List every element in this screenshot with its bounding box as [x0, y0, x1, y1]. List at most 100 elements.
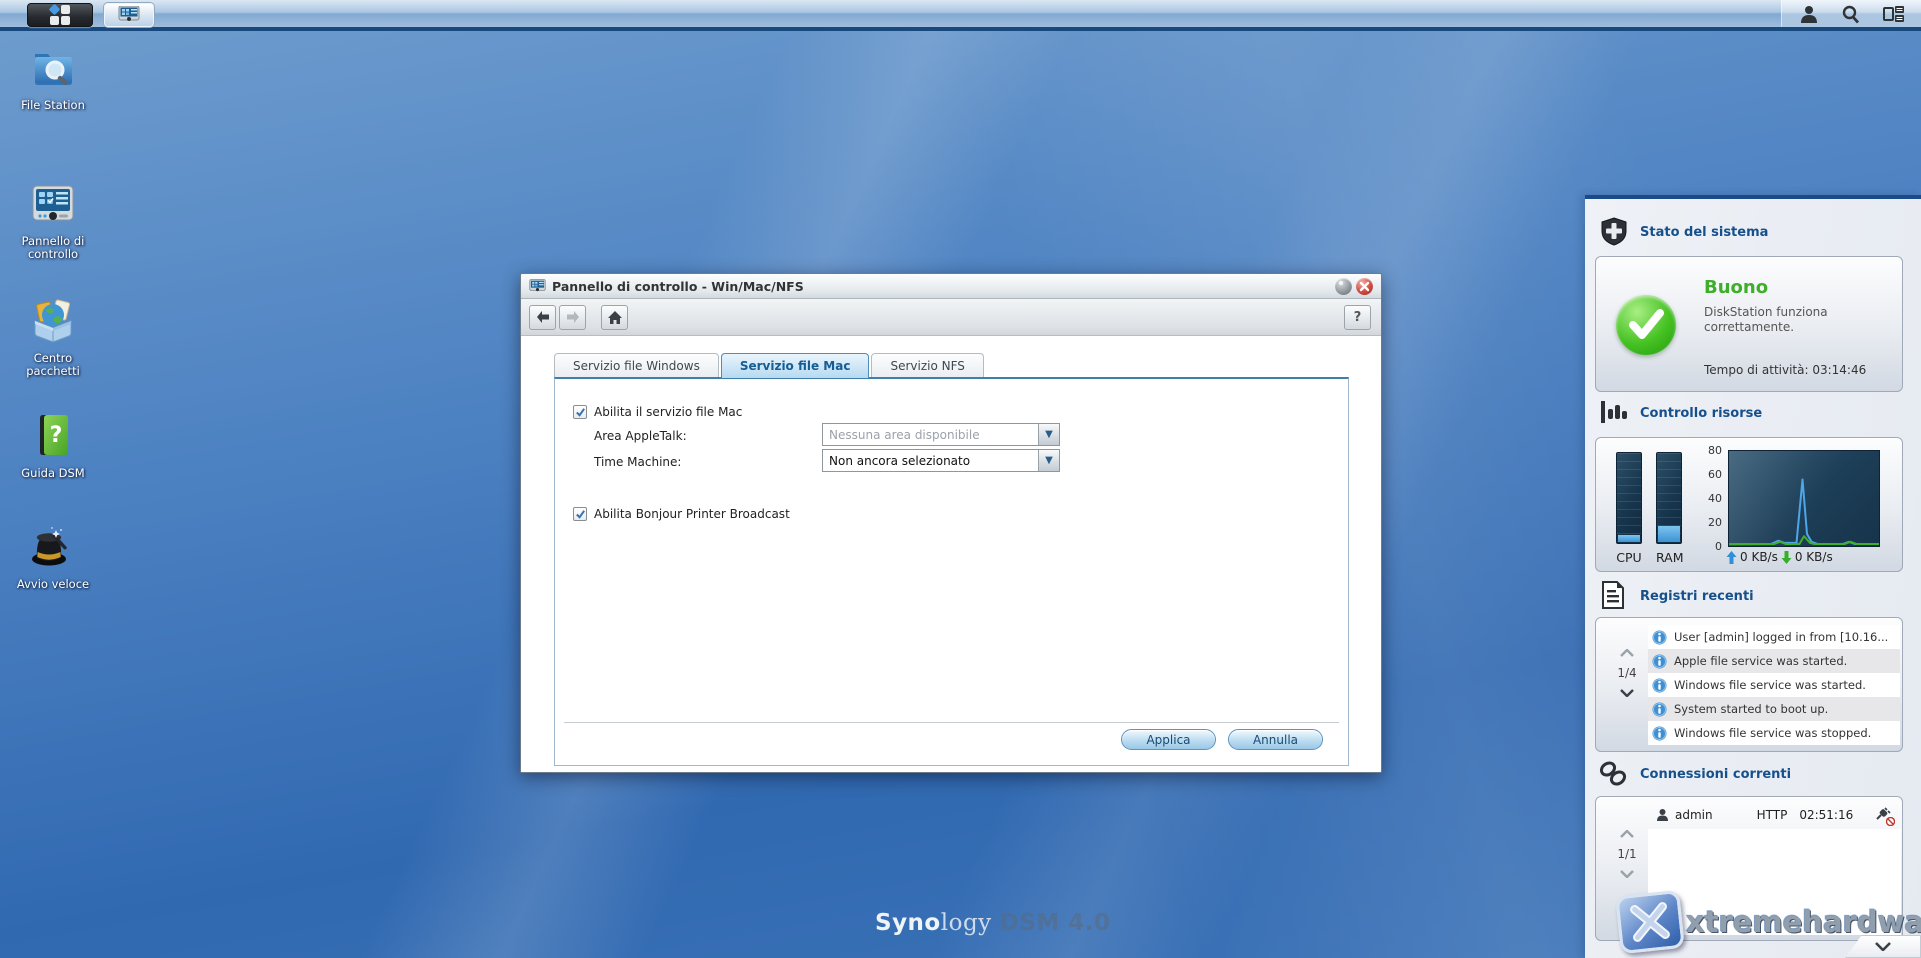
info-icon [1652, 726, 1667, 741]
y-tick: 60 [1696, 468, 1722, 481]
cancel-button[interactable]: Annulla [1228, 729, 1323, 750]
recent-logs-box: 1/4 User [admin] logged in from [10.16..… [1595, 617, 1903, 752]
forward-arrow-icon [565, 310, 581, 324]
recent-logs-header: Registri recenti [1640, 589, 1754, 604]
close-button[interactable] [1356, 278, 1373, 295]
back-button[interactable] [529, 305, 556, 330]
user-icon [1656, 808, 1669, 822]
home-button[interactable] [601, 305, 628, 330]
pager-up-icon[interactable] [1620, 830, 1634, 838]
brand-text: Syno [875, 910, 941, 936]
desktop-icon-dsm-help[interactable]: ? Guida DSM [0, 412, 106, 480]
quick-start-icon [28, 521, 78, 574]
timemachine-select[interactable]: Non ancora selezionato ▼ [822, 449, 1060, 472]
forward-button[interactable] [559, 305, 586, 330]
help-button[interactable]: ? [1344, 305, 1371, 330]
pilot-view-icon[interactable] [1881, 3, 1907, 25]
connection-protocol: HTTP [1757, 808, 1788, 822]
network-traffic-chart [1728, 450, 1880, 547]
window-content: Servizio file Windows Servizio file Mac … [521, 336, 1381, 772]
y-tick: 80 [1696, 444, 1722, 457]
file-station-icon [29, 46, 77, 95]
uptime-text: Tempo di attività: 03:14:46 [1704, 363, 1866, 377]
taskbar-right-panel [1781, 0, 1921, 27]
desktop-icon-label: File Station [0, 99, 106, 112]
log-text: Windows file service was started. [1674, 678, 1866, 692]
desktop-icon-label: Pannello di controllo [0, 235, 106, 261]
tab-servizio-nfs[interactable]: Servizio NFS [871, 353, 983, 378]
main-menu-button[interactable] [27, 3, 93, 27]
search-icon[interactable] [1838, 3, 1864, 25]
appletalk-select[interactable]: Nessuna area disponibile ▼ [822, 423, 1060, 446]
disconnect-icon[interactable] [1875, 807, 1891, 824]
upload-speed: 0 KB/s [1740, 550, 1778, 564]
ram-meter [1656, 452, 1682, 544]
user-menu-icon[interactable] [1796, 3, 1822, 25]
status-value: Buono [1704, 277, 1768, 298]
tab-servizio-file-windows[interactable]: Servizio file Windows [554, 353, 719, 378]
back-arrow-icon [535, 310, 551, 324]
log-text: Apple file service was started. [1674, 654, 1847, 668]
pager-up-icon[interactable] [1620, 649, 1634, 657]
log-row: Apple file service was started. [1648, 649, 1900, 673]
checkbox-checked-icon[interactable] [573, 507, 587, 521]
desktop-icon-label: Avvio veloce [0, 578, 106, 591]
control-panel-window: Pannello di controllo - Win/Mac/NFS ? [520, 273, 1382, 773]
svg-text:?: ? [50, 423, 63, 448]
main-menu-grid-icon [50, 5, 70, 25]
apply-button[interactable]: Applica [1121, 729, 1216, 750]
window-titlebar-icon [529, 279, 546, 294]
timemachine-select-value: Non ancora selezionato [823, 454, 1038, 468]
desktop-icon-file-station[interactable]: File Station [0, 46, 106, 112]
desktop-icon-package-center[interactable]: Centro pacchetti [0, 297, 106, 378]
taskbar-control-panel-button[interactable] [104, 3, 154, 27]
chevron-down-icon[interactable]: ▼ [1038, 424, 1059, 445]
desktop-icon-quick-start[interactable]: Avvio veloce [0, 521, 106, 591]
mac-file-service-panel: Abilita il servizio file Mac Area AppleT… [554, 377, 1349, 766]
status-ok-icon [1616, 295, 1676, 355]
logs-page-indicator: 1/4 [1610, 666, 1644, 680]
separator [564, 722, 1339, 723]
checkbox-checked-icon[interactable] [573, 405, 587, 419]
shield-icon [1600, 217, 1628, 250]
resource-monitor-box: CPU RAM 80 60 40 20 0 0 KB/s 0 KB/s [1595, 437, 1903, 572]
timemachine-label: Time Machine: [594, 455, 681, 469]
window-titlebar[interactable]: Pannello di controllo - Win/Mac/NFS [521, 274, 1381, 299]
bonjour-checkbox-row[interactable]: Abilita Bonjour Printer Broadcast [573, 507, 790, 521]
ram-label: RAM [1656, 550, 1682, 565]
desktop-icon-label: Guida DSM [0, 467, 106, 480]
dsm-help-icon: ? [30, 412, 76, 463]
upload-arrow-icon [1726, 551, 1737, 564]
cpu-label: CPU [1616, 550, 1642, 565]
connections-pager: 1/1 [1610, 827, 1644, 881]
y-tick: 20 [1696, 516, 1722, 529]
network-speed-row: 0 KB/s 0 KB/s [1726, 550, 1833, 564]
resource-monitor-header: Controllo risorse [1640, 406, 1762, 421]
pager-down-icon[interactable] [1620, 870, 1634, 878]
log-row: Windows file service was started. [1648, 673, 1900, 697]
appletalk-label: Area AppleTalk: [594, 429, 687, 443]
home-icon [607, 310, 623, 325]
desktop-icon-control-panel[interactable]: Pannello di controllo [0, 182, 106, 261]
pager-down-icon[interactable] [1620, 689, 1634, 697]
connection-user: admin [1675, 808, 1713, 822]
appletalk-select-value: Nessuna area disponibile [823, 428, 1038, 442]
y-tick: 0 [1696, 540, 1722, 553]
enable-mac-service-checkbox-row[interactable]: Abilita il servizio file Mac [573, 405, 742, 419]
desktop-icon-label: Centro pacchetti [0, 352, 106, 378]
bar-chart-icon [1600, 399, 1628, 428]
log-text: Windows file service was stopped. [1674, 726, 1871, 740]
control-panel-icon [118, 6, 140, 24]
log-list: User [admin] logged in from [10.16... Ap… [1648, 625, 1900, 745]
cpu-meter [1616, 452, 1642, 544]
ram-meter-fill [1658, 526, 1680, 542]
document-icon [1600, 581, 1626, 612]
checkbox-label: Abilita il servizio file Mac [594, 405, 742, 419]
info-icon [1652, 702, 1667, 717]
xtremehardware-watermark: xtremehardware.it [1618, 893, 1921, 951]
minimize-button[interactable] [1335, 278, 1352, 295]
chevron-down-icon[interactable]: ▼ [1038, 450, 1059, 471]
tab-servizio-file-mac[interactable]: Servizio file Mac [721, 353, 870, 378]
download-speed: 0 KB/s [1795, 550, 1833, 564]
connection-row: admin HTTP 02:51:16 [1648, 803, 1901, 827]
